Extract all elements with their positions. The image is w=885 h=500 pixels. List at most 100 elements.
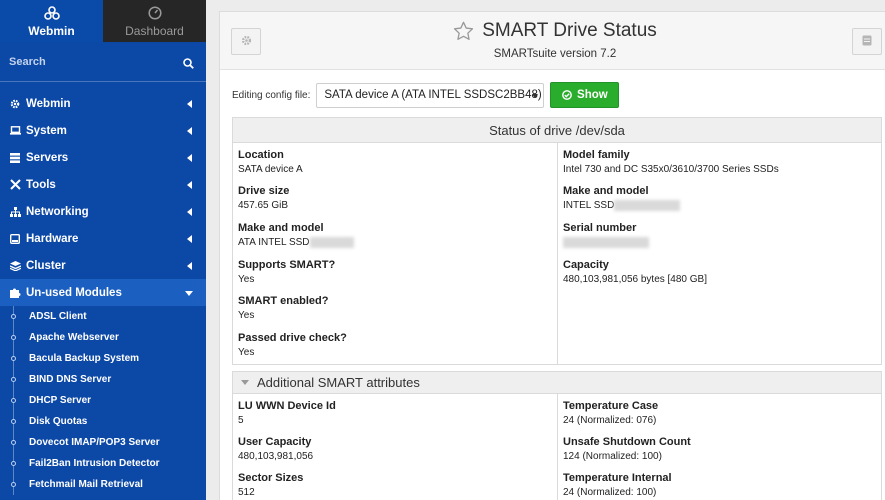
redacted-text	[614, 200, 681, 211]
field-value: 124 (Normalized: 100)	[563, 451, 662, 462]
sidebar-item-hardware[interactable]: Hardware	[0, 225, 206, 252]
field-label: Supports SMART?	[238, 259, 336, 271]
field-location: Location SATA device A	[238, 149, 303, 175]
field-smart-enabled: SMART enabled? Yes	[238, 295, 328, 321]
view-module-logs-button[interactable]	[852, 28, 882, 55]
submenu-item-fetchmail[interactable]: Fetchmail Mail Retrieval	[0, 474, 206, 495]
submenu-item-bacula-backup[interactable]: Bacula Backup System	[0, 348, 206, 369]
sidebar-item-tools[interactable]: Tools	[0, 171, 206, 198]
title-wrap: SMART Drive Status SMARTsuite version 7.…	[220, 20, 885, 60]
field-label: Temperature Case	[563, 400, 659, 412]
smart-attributes-toggle[interactable]: Additional SMART attributes	[233, 372, 881, 394]
chevron-left-icon	[187, 262, 192, 270]
field-value: Intel 730 and DC S35x0/3610/3700 Series …	[563, 164, 779, 175]
chevron-left-icon	[187, 100, 192, 108]
field-value-row: INTEL SSD	[563, 200, 681, 211]
sidebar-item-label: Networking	[26, 205, 89, 218]
hdd-icon	[10, 233, 26, 244]
config-file-select[interactable]: SATA device A (ATA INTEL SSDSC2BB48)	[316, 82, 545, 108]
main-panel: SMART Drive Status SMARTsuite version 7.…	[219, 11, 885, 500]
page-title-row: SMART Drive Status	[453, 20, 657, 42]
search-input[interactable]	[0, 42, 206, 82]
server-icon	[10, 152, 26, 163]
submenu-item-bind-dns[interactable]: BIND DNS Server	[0, 369, 206, 390]
submenu-item-apache-webserver[interactable]: Apache Webserver	[0, 327, 206, 348]
field-value: Yes	[238, 347, 255, 358]
submenu-item-disk-quotas[interactable]: Disk Quotas	[0, 411, 206, 432]
redacted-text	[309, 237, 354, 248]
field-value: 457.65 GiB	[238, 200, 289, 211]
tab-webmin[interactable]: Webmin	[0, 0, 103, 42]
sidebar-item-unused-modules[interactable]: Un-used Modules	[0, 279, 206, 306]
field-label: Make and model	[238, 222, 324, 234]
sidebar-item-networking[interactable]: Networking	[0, 198, 206, 225]
sidebar-item-system[interactable]: System	[0, 117, 206, 144]
star-outline-icon[interactable]	[453, 21, 474, 41]
field-make-model-right: Make and model INTEL SSD	[563, 185, 681, 211]
field-make-model: Make and model ATA INTEL SSD	[238, 222, 354, 248]
submenu-item-adsl-client[interactable]: ADSL Client	[0, 306, 206, 327]
config-row: Editing config file: SATA device A (ATA …	[232, 82, 620, 108]
search-icon[interactable]	[183, 56, 194, 74]
field-label: Capacity	[563, 259, 609, 271]
smart-attributes-columns: LU WWN Device Id 5 User Capacity 480,103…	[233, 394, 881, 500]
drive-status-heading: Status of drive /dev/sda	[233, 118, 881, 143]
field-label: Serial number	[563, 222, 637, 234]
submenu-item-label: Dovecot IMAP/POP3 Server	[29, 437, 160, 448]
submenu-item-fail2ban[interactable]: Fail2Ban Intrusion Detector	[0, 453, 206, 474]
smart-attributes-right-column: Temperature Case 24 (Normalized: 076) Un…	[558, 394, 881, 500]
field-lu-wwn: LU WWN Device Id 5	[238, 400, 336, 426]
field-label: SMART enabled?	[238, 295, 329, 307]
panel-header: SMART Drive Status SMARTsuite version 7.…	[220, 12, 885, 70]
field-model-family: Model family Intel 730 and DC S35x0/3610…	[563, 149, 779, 175]
sidebar-item-webmin[interactable]: Webmin	[0, 90, 206, 117]
sidebar-item-label: Servers	[26, 151, 69, 164]
smart-attributes-left-column: LU WWN Device Id 5 User Capacity 480,103…	[233, 394, 558, 500]
smart-attributes-box: Additional SMART attributes LU WWN Devic…	[232, 371, 882, 500]
drive-status-left-column: Location SATA device A Drive size 457.65…	[233, 143, 558, 365]
bullet-icon	[11, 335, 16, 340]
field-value: ATA INTEL SSD	[238, 237, 310, 249]
submenu-item-dhcp-server[interactable]: DHCP Server	[0, 390, 206, 411]
tab-webmin-label: Webmin	[28, 23, 75, 38]
submenu-item-dovecot[interactable]: Dovecot IMAP/POP3 Server	[0, 432, 206, 453]
sidebar-item-label: System	[26, 124, 67, 137]
sidebar-item-label: Cluster	[26, 259, 66, 272]
sidebar-item-servers[interactable]: Servers	[0, 144, 206, 171]
drive-status-box: Status of drive /dev/sda Location SATA d…	[232, 117, 882, 365]
field-value: 24 (Normalized: 100)	[563, 487, 657, 498]
field-value: 480,103,981,056	[238, 451, 314, 462]
sidebar-item-label: Tools	[26, 178, 56, 191]
field-label: Unsafe Shutdown Count	[563, 436, 691, 448]
field-value: 24 (Normalized: 076)	[563, 415, 657, 426]
laptop-icon	[10, 126, 26, 135]
submenu-item-label: Fail2Ban Intrusion Detector	[29, 458, 160, 469]
field-capacity: Capacity 480,103,981,056 bytes [480 GB]	[563, 259, 707, 285]
field-sector-sizes: Sector Sizes 512	[238, 472, 303, 498]
puzzle-icon	[10, 287, 26, 298]
field-label: Drive size	[238, 185, 290, 197]
field-user-capacity: User Capacity 480,103,981,056	[238, 436, 313, 462]
chevron-down-icon	[532, 93, 539, 98]
field-temperature-case: Temperature Case 24 (Normalized: 076)	[563, 400, 658, 426]
field-label: Make and model	[563, 185, 649, 197]
page-subtitle: SMARTsuite version 7.2	[493, 48, 617, 60]
field-label: Sector Sizes	[238, 472, 304, 484]
field-value: 480,103,981,056 bytes [480 GB]	[563, 274, 707, 285]
bullet-icon	[11, 440, 16, 445]
submenu-unused-modules: ADSL Client Apache Webserver Bacula Back…	[0, 306, 206, 495]
submenu-item-label: Apache Webserver	[29, 332, 119, 343]
sidebar-item-cluster[interactable]: Cluster	[0, 252, 206, 279]
webmin-logo-icon	[43, 5, 60, 21]
submenu-item-label: Disk Quotas	[29, 416, 88, 427]
chevron-down-icon	[185, 291, 193, 296]
show-button[interactable]: Show	[550, 82, 620, 108]
sidebar-item-label: Un-used Modules	[26, 286, 122, 299]
show-button-label: Show	[577, 89, 608, 101]
bullet-icon	[11, 356, 16, 361]
page-title: SMART Drive Status	[482, 20, 657, 41]
field-value: 512	[238, 487, 255, 498]
dashboard-gauge-icon	[147, 5, 162, 21]
submenu-item-label: BIND DNS Server	[29, 374, 112, 385]
tab-dashboard[interactable]: Dashboard	[103, 0, 206, 42]
